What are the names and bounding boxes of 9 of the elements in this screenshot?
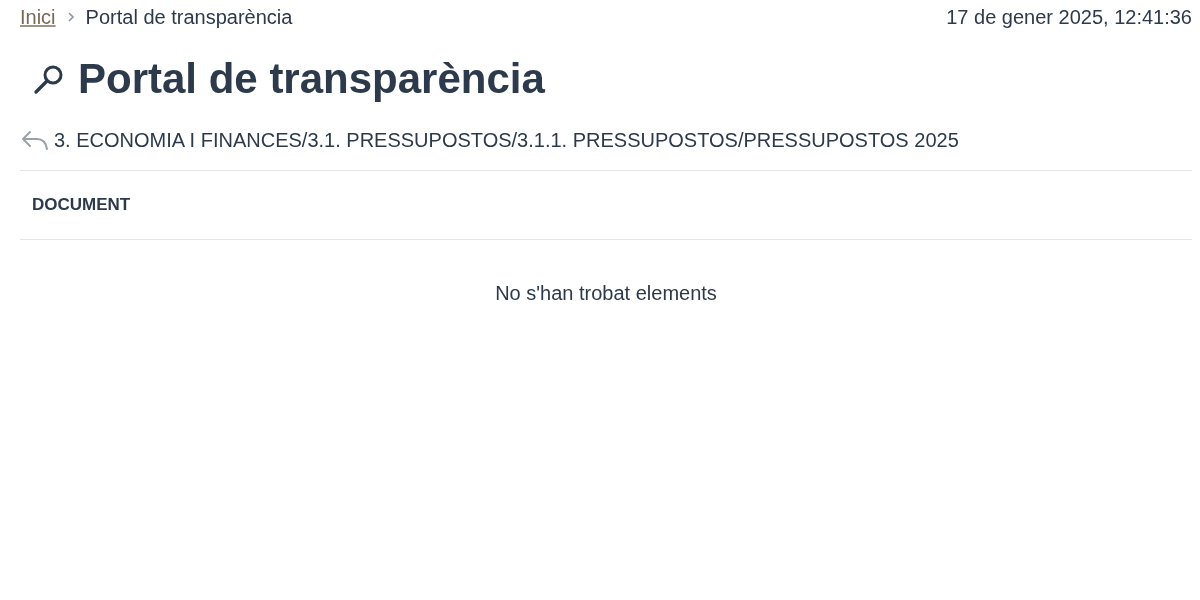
chevron-icon <box>65 11 76 23</box>
breadcrumb-link[interactable]: Inici <box>20 5 56 29</box>
timestamp: 17 de gener 2025, 12:41:36 <box>946 5 1192 29</box>
empty-message: No s'han trobat elements <box>495 282 717 305</box>
column-header: DOCUMENT <box>32 195 131 215</box>
folder-path: 3. ECONOMIA I FINANCES/3.1. PRESSUPOSTOS/3.1.1. PRESSUPOSTOS/PRESSUPOSTOS 2025 <box>54 128 959 152</box>
back-icon[interactable] <box>20 129 50 151</box>
page-title: Portal de transparència <box>78 55 545 103</box>
breadcrumb-current: Portal de transparència <box>85 5 293 29</box>
